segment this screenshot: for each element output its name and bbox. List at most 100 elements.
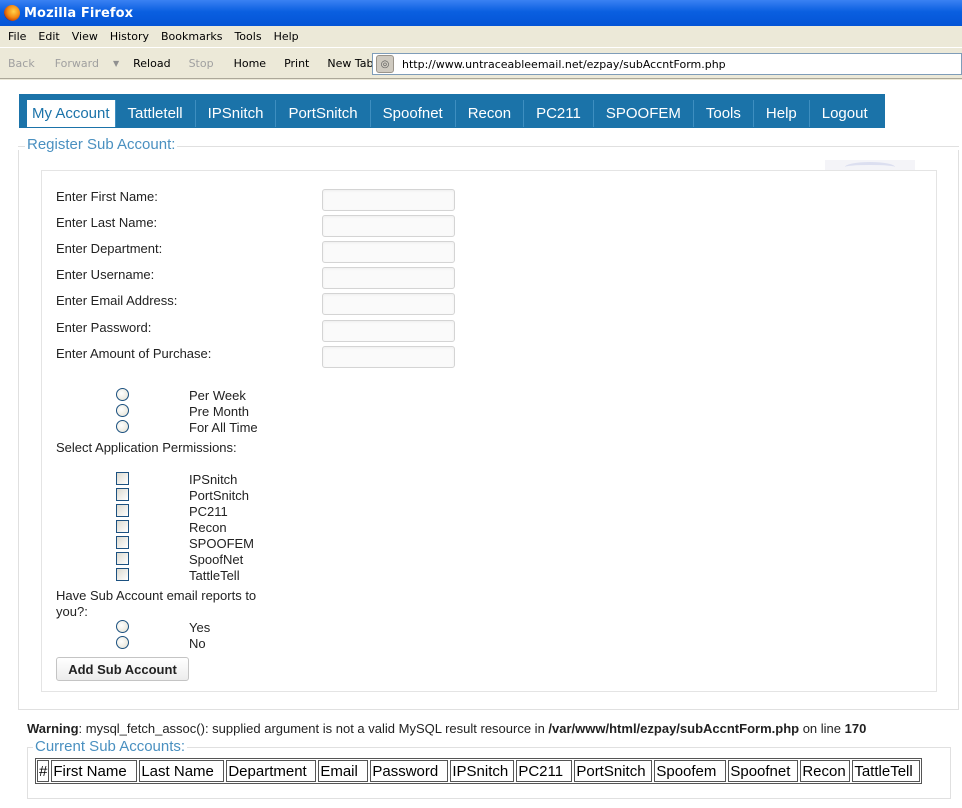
col-spoofem: Spoofem: [654, 760, 727, 782]
email-reports-label-cont: you?:: [56, 604, 88, 619]
menu-edit[interactable]: Edit: [32, 30, 65, 43]
menu-help[interactable]: Help: [268, 30, 305, 43]
username-field[interactable]: [322, 267, 455, 289]
email-field[interactable]: [322, 293, 455, 315]
tattletell-label: TattleTell: [189, 568, 240, 583]
php-warning: Warning: mysql_fetch_assoc(): supplied a…: [27, 721, 957, 736]
email-label: Enter Email Address:: [56, 293, 178, 308]
amount-field[interactable]: [322, 346, 455, 368]
col-pc211: PC211: [516, 760, 573, 782]
nav-my-account[interactable]: My Account: [27, 100, 116, 127]
nav-recon[interactable]: Recon: [456, 100, 525, 127]
home-button[interactable]: Home: [222, 57, 274, 70]
recon-checkbox[interactable]: [116, 520, 129, 533]
password-field[interactable]: [322, 320, 455, 342]
site-favicon-icon: ◎: [376, 55, 394, 73]
col-recon: Recon: [800, 760, 851, 782]
col-last-name: Last Name: [139, 760, 225, 782]
first-name-field[interactable]: [322, 189, 455, 211]
col-ipsnitch: IPSnitch: [450, 760, 515, 782]
page-content: My Account Tattletell IPSnitch PortSnitc…: [0, 80, 962, 808]
col-email: Email: [318, 760, 369, 782]
stop-button[interactable]: Stop: [179, 57, 222, 70]
back-button[interactable]: Back: [0, 57, 43, 70]
col-tattletell: TattleTell: [852, 760, 921, 782]
warning-path: /var/www/html/ezpay/subAccntForm.php: [548, 721, 800, 736]
per-month-radio[interactable]: [116, 404, 129, 417]
last-name-label: Enter Last Name:: [56, 215, 158, 230]
warning-on-line: on line: [799, 721, 845, 736]
nav-portsnitch[interactable]: PortSnitch: [276, 100, 371, 127]
department-label: Enter Department:: [56, 241, 163, 256]
menu-file[interactable]: File: [2, 30, 32, 43]
warning-line-number: 170: [844, 721, 867, 736]
nav-logout[interactable]: Logout: [810, 100, 880, 127]
forward-dropdown-icon[interactable]: ▼: [107, 59, 123, 68]
menu-view[interactable]: View: [66, 30, 104, 43]
warning-prefix: Warning: [27, 721, 79, 736]
menu-bookmarks[interactable]: Bookmarks: [155, 30, 228, 43]
last-name-field[interactable]: [322, 215, 455, 237]
pc211-label: PC211: [189, 504, 228, 519]
url-input[interactable]: [400, 56, 940, 72]
col-first-name: First Name: [51, 760, 138, 782]
col-password: Password: [370, 760, 449, 782]
form-panel: [41, 170, 937, 692]
col-number: #: [37, 760, 50, 782]
nav-ipsnitch[interactable]: IPSnitch: [196, 100, 277, 127]
col-spoofnet: Spoofnet: [728, 760, 799, 782]
no-label: No: [189, 636, 206, 651]
url-bar[interactable]: ◎: [372, 53, 962, 75]
spoofnet-label: SpoofNet: [189, 552, 244, 567]
spoofem-label: SPOOFEM: [189, 536, 255, 551]
nav-pc211[interactable]: PC211: [524, 100, 594, 127]
col-portsnitch: PortSnitch: [574, 760, 653, 782]
nav-help[interactable]: Help: [754, 100, 810, 127]
username-label: Enter Username:: [56, 267, 155, 282]
department-field[interactable]: [322, 241, 455, 263]
accounts-table: # First Name Last Name Department Email …: [35, 758, 923, 784]
all-time-label: For All Time: [189, 420, 258, 435]
all-time-radio[interactable]: [116, 420, 129, 433]
yes-label: Yes: [189, 620, 211, 635]
warning-message: : mysql_fetch_assoc(): supplied argument…: [78, 721, 549, 736]
nav-tattletell[interactable]: Tattletell: [116, 100, 196, 127]
ipsnitch-checkbox[interactable]: [116, 472, 129, 485]
site-nav-bar: My Account Tattletell IPSnitch PortSnitc…: [19, 94, 885, 128]
nav-tools[interactable]: Tools: [694, 100, 754, 127]
register-legend: Register Sub Account:: [25, 136, 178, 153]
add-sub-account-button[interactable]: Add Sub Account: [56, 657, 189, 681]
per-month-label: Pre Month: [189, 404, 249, 419]
yes-radio[interactable]: [116, 620, 129, 633]
amount-label: Enter Amount of Purchase:: [56, 346, 212, 361]
window-title: Mozilla Firefox: [24, 5, 134, 21]
permissions-label: Select Application Permissions:: [56, 440, 237, 455]
first-name-label: Enter First Name:: [56, 189, 158, 204]
menu-tools[interactable]: Tools: [228, 30, 267, 43]
password-label: Enter Password:: [56, 320, 152, 335]
accounts-legend: Current Sub Accounts:: [33, 738, 188, 755]
pc211-checkbox[interactable]: [116, 504, 129, 517]
nav-spoofem[interactable]: SPOOFEM: [594, 100, 694, 127]
portsnitch-checkbox[interactable]: [116, 488, 129, 501]
print-button[interactable]: Print: [274, 57, 317, 70]
menu-history[interactable]: History: [104, 30, 155, 43]
window-title-bar: Mozilla Firefox: [0, 0, 962, 26]
col-department: Department: [226, 760, 317, 782]
email-reports-label: Have Sub Account email reports to: [56, 588, 257, 603]
no-radio[interactable]: [116, 636, 129, 649]
spoofnet-checkbox[interactable]: [116, 552, 129, 565]
portsnitch-label: PortSnitch: [189, 488, 249, 503]
recon-label: Recon: [189, 520, 227, 535]
menu-bar: File Edit View History Bookmarks Tools H…: [0, 26, 962, 47]
navigation-toolbar: Back Forward ▼ Reload Stop Home Print Ne…: [0, 47, 962, 79]
nav-spoofnet[interactable]: Spoofnet: [371, 100, 456, 127]
spoofem-checkbox[interactable]: [116, 536, 129, 549]
firefox-logo-icon: [4, 5, 20, 21]
per-week-radio[interactable]: [116, 388, 129, 401]
tattletell-checkbox[interactable]: [116, 568, 129, 581]
per-week-label: Per Week: [189, 388, 246, 403]
reload-button[interactable]: Reload: [123, 57, 178, 70]
forward-button[interactable]: Forward: [43, 57, 107, 70]
decorative-arc: [845, 162, 895, 172]
